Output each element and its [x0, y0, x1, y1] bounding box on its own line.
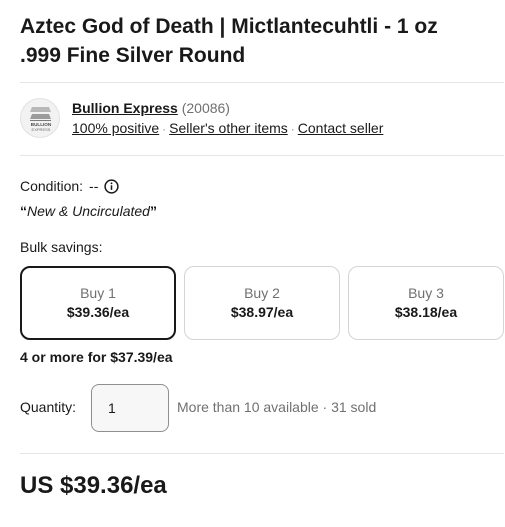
- listing-title: Aztec God of Death | Mictlantecuhtli - 1…: [20, 12, 490, 70]
- tier-price: $38.18/ea: [394, 304, 458, 320]
- seller-links: 100% positive · Seller's other items · Conta…: [72, 119, 383, 138]
- quantity-label: Quantity:: [20, 399, 77, 415]
- logo-text-2: EXPRESS: [32, 127, 51, 132]
- bullion-bars-icon: BULLION EXPRESS: [30, 107, 52, 132]
- condition-note-text: New & Uncirculated: [27, 203, 150, 219]
- availability-text: More than 10 available · 31 sold: [177, 399, 377, 415]
- bulk-more-note: 4 or more for $37.39/ea: [20, 349, 173, 365]
- condition-row: Condition: --: [20, 177, 120, 195]
- condition-value: --: [89, 178, 99, 194]
- bulk-savings-label: Bulk savings:: [20, 239, 103, 255]
- listing-title-line2: .999 Fine Silver Round: [20, 44, 246, 67]
- listing-panel: Aztec God of Death | Mictlantecuhtli - 1…: [0, 0, 505, 527]
- seller-feedback-count: (20086): [181, 100, 230, 116]
- info-icon[interactable]: [104, 178, 120, 194]
- tier-price: $38.97/ea: [230, 304, 294, 320]
- tier-label: Buy 1: [80, 285, 116, 301]
- separator-dot: ·: [290, 122, 295, 136]
- seller-header: Bullion Express (20086): [72, 99, 230, 117]
- condition-label: Condition:: [20, 178, 84, 194]
- quantity-input[interactable]: [91, 384, 169, 432]
- tier-price: $39.36/ea: [66, 304, 130, 320]
- tier-label: Buy 2: [244, 285, 280, 301]
- tier-label: Buy 3: [408, 285, 444, 301]
- condition-note: “New & Uncirculated”: [20, 202, 157, 220]
- bulk-tier-buy-2[interactable]: Buy 2 $38.97/ea: [184, 266, 340, 340]
- seller-other-items-link[interactable]: Seller's other items: [169, 120, 288, 136]
- listing-title-line1: Aztec God of Death | Mictlantecuhtli - 1…: [20, 15, 438, 38]
- divider: [20, 155, 504, 156]
- divider: [20, 82, 504, 83]
- bulk-tier-buy-1[interactable]: Buy 1 $39.36/ea: [20, 266, 176, 340]
- seller-positive-link[interactable]: 100% positive: [72, 120, 159, 136]
- seller-name-link[interactable]: Bullion Express: [72, 100, 178, 116]
- item-price: US $39.36/ea: [20, 472, 167, 499]
- separator-dot: ·: [162, 122, 167, 136]
- contact-seller-link[interactable]: Contact seller: [298, 120, 384, 136]
- bulk-tier-buy-3[interactable]: Buy 3 $38.18/ea: [348, 266, 504, 340]
- quote-open: “: [20, 203, 27, 219]
- seller-logo[interactable]: BULLION EXPRESS: [20, 98, 60, 138]
- divider: [20, 453, 504, 454]
- quote-close: ”: [149, 203, 157, 219]
